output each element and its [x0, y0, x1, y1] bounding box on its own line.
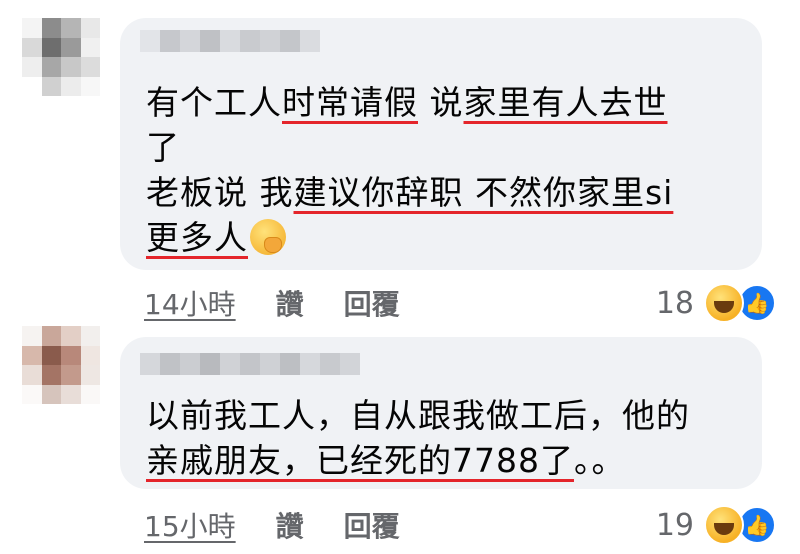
reaction-summary[interactable]: 18 👍: [656, 283, 776, 323]
comment-line: 了: [146, 125, 740, 170]
text-segment: 以前我工人，自从跟我做工后，他的: [146, 396, 690, 435]
text-segment: 。。: [573, 441, 626, 480]
comment-line: 更多人: [146, 215, 740, 260]
reaction-summary[interactable]: 19 👍: [656, 505, 776, 545]
comment-line: 有个工人时常请假 说家里有人去世: [146, 80, 740, 125]
comment-bubble: 有个工人时常请假 说家里有人去世了老板说 我建议你辞职 不然你家里si 更多人: [120, 18, 762, 270]
reaction-count: 19: [655, 507, 694, 543]
reaction-count: 18: [655, 285, 694, 321]
text-segment: 说: [418, 83, 464, 122]
comment-text: 以前我工人，自从跟我做工后，他的 亲戚朋友，已经死的7788了。。: [146, 393, 740, 483]
text-segment: 了: [146, 128, 180, 167]
comment-line: 亲戚朋友，已经死的7788了。。: [146, 438, 740, 483]
like-button[interactable]: 讚: [276, 283, 304, 323]
comment-actions: 15小時 讚 回覆: [144, 505, 400, 545]
hand-over-mouth-icon: [250, 219, 286, 255]
comment-text: 有个工人时常请假 说家里有人去世了老板说 我建议你辞职 不然你家里si 更多人: [146, 80, 740, 260]
comment-line: 以前我工人，自从跟我做工后，他的: [146, 393, 740, 438]
comment-bubble: 以前我工人，自从跟我做工后，他的 亲戚朋友，已经死的7788了。。: [120, 337, 762, 489]
haha-icon: [704, 505, 744, 545]
text-segment: 老板说 我: [146, 173, 294, 212]
avatar[interactable]: [22, 18, 100, 96]
commenter-name-blurred[interactable]: [140, 30, 320, 52]
underlined-text: 更多人: [146, 218, 248, 257]
reply-button[interactable]: 回覆: [344, 505, 400, 545]
underlined-text: 时常请假: [282, 83, 418, 122]
comment-line: 老板说 我建议你辞职 不然你家里si: [146, 170, 740, 215]
comment-actions: 14小時 讚 回覆: [144, 283, 400, 323]
comment-timestamp[interactable]: 15小時: [144, 505, 236, 545]
underlined-text: 家里有人去世: [463, 83, 668, 122]
reply-button[interactable]: 回覆: [344, 283, 400, 323]
haha-icon: [704, 283, 744, 323]
avatar[interactable]: [22, 326, 100, 404]
underlined-text: 亲戚朋友，已经死的7788了: [146, 441, 574, 480]
text-segment: 有个工人: [146, 83, 282, 122]
commenter-name-blurred[interactable]: [140, 353, 360, 375]
underlined-text: 建议你辞职 不然你家里si: [293, 173, 674, 212]
comment-timestamp[interactable]: 14小時: [144, 283, 236, 323]
like-button[interactable]: 讚: [276, 505, 304, 545]
